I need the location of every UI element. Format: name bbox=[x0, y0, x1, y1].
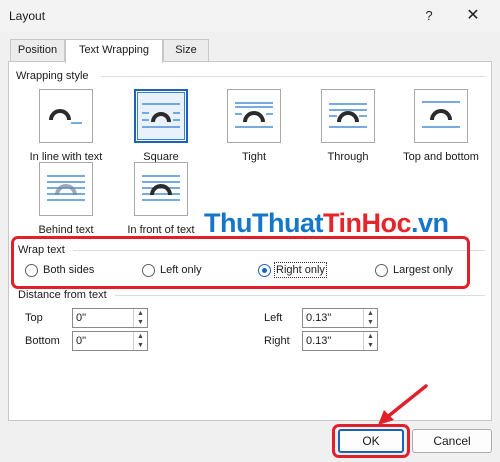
bottom-value[interactable]: 0" bbox=[76, 335, 86, 347]
spin-down-icon[interactable]: ▼ bbox=[364, 341, 377, 350]
left-spinner[interactable]: 0.13" ▲ ▼ bbox=[302, 308, 378, 328]
spin-buttons: ▲ ▼ bbox=[133, 332, 147, 350]
top-value[interactable]: 0" bbox=[76, 312, 86, 324]
top-spinner[interactable]: 0" ▲ ▼ bbox=[72, 308, 148, 328]
behind-text-icon bbox=[39, 162, 93, 216]
spin-down-icon[interactable]: ▼ bbox=[134, 318, 147, 327]
divider bbox=[115, 295, 485, 296]
wrap-text-highlight bbox=[11, 236, 470, 289]
title-bar: Layout ? ✕ bbox=[0, 0, 500, 32]
divider bbox=[101, 76, 485, 77]
watermark-part: ThuThuat bbox=[204, 208, 323, 238]
watermark-part: .vn bbox=[410, 208, 449, 238]
tab-position[interactable]: Position bbox=[10, 39, 65, 62]
in-line-with-text-icon bbox=[39, 89, 93, 143]
in-front-of-text-icon bbox=[134, 162, 188, 216]
bottom-spinner[interactable]: 0" ▲ ▼ bbox=[72, 331, 148, 351]
spin-up-icon[interactable]: ▲ bbox=[134, 332, 147, 341]
square-wrap-icon bbox=[134, 89, 188, 143]
through-wrap-icon bbox=[321, 89, 375, 143]
spin-buttons: ▲ ▼ bbox=[133, 309, 147, 327]
wrap-option-in-front-of-text[interactable]: In front of text bbox=[113, 162, 213, 236]
left-label: Left bbox=[264, 312, 283, 324]
spin-buttons: ▲ ▼ bbox=[363, 332, 377, 350]
right-spinner[interactable]: 0.13" ▲ ▼ bbox=[302, 331, 378, 351]
tab-size[interactable]: Size bbox=[163, 39, 209, 62]
top-label: Top bbox=[25, 312, 43, 324]
spin-up-icon[interactable]: ▲ bbox=[134, 309, 147, 318]
close-button[interactable]: ✕ bbox=[456, 3, 490, 29]
spin-up-icon[interactable]: ▲ bbox=[364, 332, 377, 341]
dialog-title: Layout bbox=[9, 9, 46, 23]
wrapping-style-label: Wrapping style bbox=[16, 70, 89, 82]
wrap-option-label: Top and bottom bbox=[403, 151, 479, 163]
spin-down-icon[interactable]: ▼ bbox=[134, 341, 147, 350]
help-button[interactable]: ? bbox=[412, 3, 446, 29]
tight-wrap-icon bbox=[227, 89, 281, 143]
tab-text-wrapping[interactable]: Text Wrapping bbox=[65, 39, 163, 63]
cancel-button[interactable]: Cancel bbox=[412, 429, 492, 453]
right-value[interactable]: 0.13" bbox=[306, 335, 331, 347]
wrap-option-top-and-bottom[interactable]: Top and bottom bbox=[393, 89, 493, 163]
watermark-part: TinHoc bbox=[322, 208, 412, 238]
spin-up-icon[interactable]: ▲ bbox=[364, 309, 377, 318]
top-and-bottom-wrap-icon bbox=[414, 89, 468, 143]
spin-buttons: ▲ ▼ bbox=[363, 309, 377, 327]
spin-down-icon[interactable]: ▼ bbox=[364, 318, 377, 327]
annotation-arrow-icon bbox=[378, 384, 428, 425]
watermark: ThuThuatTinHoc.vn bbox=[204, 208, 449, 239]
left-value[interactable]: 0.13" bbox=[306, 312, 331, 324]
layout-dialog: Layout ? ✕ Position Text Wrapping Size W… bbox=[0, 0, 500, 462]
bottom-label: Bottom bbox=[25, 335, 60, 347]
right-label: Right bbox=[264, 335, 290, 347]
distance-from-text-label: Distance from text bbox=[18, 289, 107, 301]
